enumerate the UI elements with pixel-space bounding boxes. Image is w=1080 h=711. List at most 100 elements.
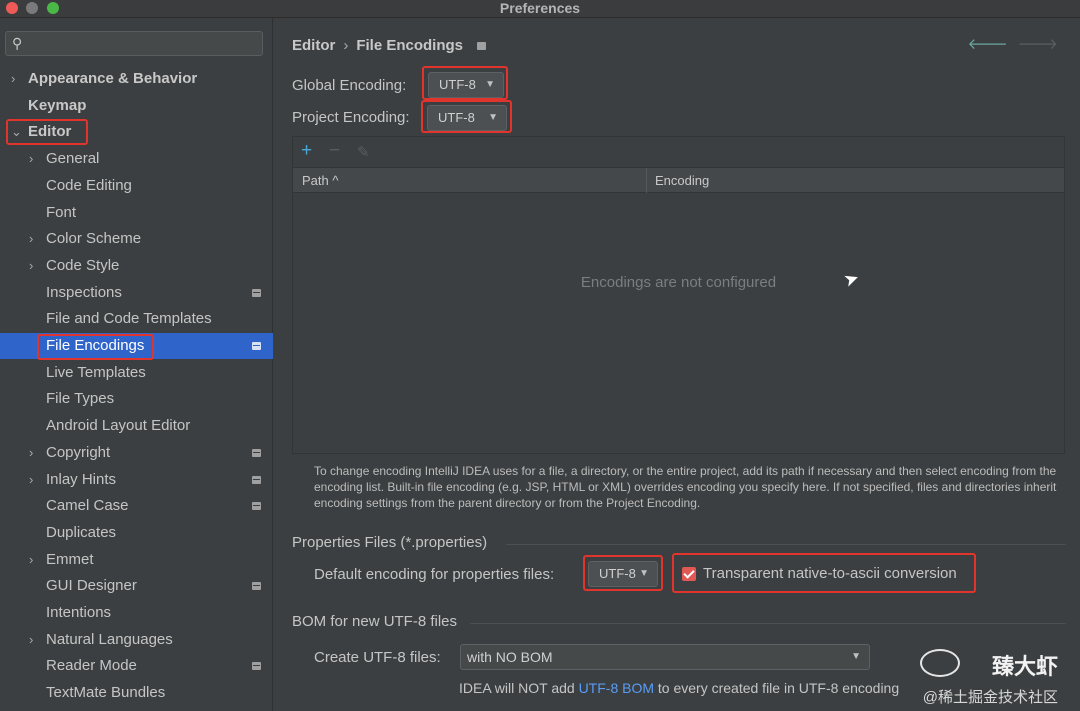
sidebar-item-intentions[interactable]: Intentions — [0, 600, 273, 626]
watermark-sub: @稀土掘金技术社区 — [922, 689, 1058, 706]
breadcrumb-separator: › — [343, 37, 349, 54]
sidebar-item-general[interactable]: › General — [0, 146, 273, 172]
sidebar-item-appearance-behavior[interactable]: › Appearance & Behavior — [0, 66, 273, 92]
sidebar-item-live-templates[interactable]: Live Templates — [0, 360, 273, 386]
settings-search-input[interactable]: ⚲ — [5, 31, 263, 56]
forward-arrow-icon[interactable]: 🡒 — [1018, 36, 1058, 53]
sidebar-item-code-editing[interactable]: Code Editing — [0, 173, 273, 199]
sort-ascending-icon: ^ — [332, 173, 339, 188]
sidebar-item-label: Camel Case — [46, 497, 129, 515]
sidebar-item-inspections[interactable]: Inspections — [0, 280, 273, 306]
sidebar-item-file-and-code-templates[interactable]: File and Code Templates — [0, 306, 273, 332]
sidebar-item-label: Font — [46, 203, 77, 221]
sidebar-item-copyright[interactable]: › Copyright — [0, 440, 273, 466]
bom-note: IDEA will NOT add UTF-8 BOM to every cre… — [459, 680, 899, 696]
project-scope-icon — [252, 288, 261, 297]
chevron-right-icon[interactable]: › — [29, 440, 33, 466]
sidebar-item-color-scheme[interactable]: › Color Scheme — [0, 226, 273, 252]
history-nav: 🡐 🡒 — [968, 34, 1058, 53]
properties-default-encoding-label: Default encoding for properties files: — [314, 566, 555, 583]
breadcrumb-current: File Encodings — [356, 37, 464, 54]
sidebar-item-keymap[interactable]: Keymap — [0, 93, 273, 119]
sidebar-item-label: File and Code Templates — [46, 310, 212, 328]
highlight-box-project-encoding — [421, 100, 512, 133]
path-encoding-table: + − ✎ Path ^ Encoding Encodings are not … — [292, 136, 1065, 454]
highlight-box-file-encodings — [37, 334, 154, 360]
project-scope-icon — [252, 662, 261, 671]
project-scope-icon — [252, 342, 261, 350]
properties-section-title: Properties Files (*.properties) — [292, 534, 488, 551]
watermark-name: 臻大虾 — [991, 654, 1058, 679]
sidebar-item-android-layout-editor[interactable]: Android Layout Editor — [0, 413, 273, 439]
sidebar-item-label: Code Editing — [46, 176, 132, 194]
encoding-help-text: To change encoding IntelliJ IDEA uses fo… — [314, 464, 1057, 510]
sidebar-item-label: Appearance & Behavior — [28, 70, 198, 87]
sidebar-item-label: GUI Designer — [46, 577, 137, 595]
bom-select[interactable]: with NO BOM ▼ — [460, 644, 870, 670]
chevron-right-icon[interactable]: › — [29, 547, 33, 573]
sidebar-item-label: Copyright — [46, 443, 111, 461]
sidebar-item-label: Inlay Hints — [46, 470, 117, 488]
sidebar-item-camel-case[interactable]: Camel Case — [0, 493, 273, 519]
chevron-right-icon[interactable]: › — [29, 253, 33, 279]
sidebar-item-duplicates[interactable]: Duplicates — [0, 520, 273, 546]
table-toolbar: + − ✎ — [293, 137, 1064, 167]
remove-path-button[interactable]: − — [329, 140, 340, 162]
sidebar-item-font[interactable]: Font — [0, 200, 273, 226]
wechat-logo-icon — [920, 649, 960, 677]
sidebar-item-label: Emmet — [46, 550, 94, 568]
sidebar-item-label: TextMate Bundles — [46, 684, 166, 702]
project-scope-icon — [477, 42, 487, 51]
sidebar-item-emmet[interactable]: › Emmet — [0, 547, 273, 573]
sidebar-item-label: Android Layout Editor — [46, 417, 191, 435]
column-divider[interactable] — [646, 168, 647, 193]
sidebar-item-file-types[interactable]: File Types — [0, 386, 273, 412]
utf8-bom-link[interactable]: UTF-8 BOM — [579, 680, 654, 696]
breadcrumb: Editor › File Encodings — [292, 37, 487, 54]
column-header-path[interactable]: Path ^ — [302, 173, 338, 188]
chevron-right-icon[interactable]: › — [29, 627, 33, 653]
chevron-right-icon[interactable]: › — [29, 467, 33, 493]
column-header-encoding[interactable]: Encoding — [655, 173, 709, 188]
sidebar-item-label: General — [46, 150, 100, 168]
sidebar-item-label: Reader Mode — [46, 657, 137, 675]
project-scope-icon — [252, 448, 261, 457]
bom-select-value: with NO BOM — [467, 649, 553, 665]
sidebar-item-label: Live Templates — [46, 363, 146, 381]
window-title: Preferences — [499, 0, 581, 16]
sidebar-item-label: File Types — [46, 390, 115, 408]
back-arrow-icon[interactable]: 🡐 — [968, 36, 1008, 53]
section-divider — [506, 544, 1066, 545]
sidebar-item-code-style[interactable]: › Code Style — [0, 253, 273, 279]
project-scope-icon — [252, 502, 261, 511]
sidebar-item-label: Color Scheme — [46, 230, 142, 248]
project-encoding-label: Project Encoding: — [292, 109, 410, 126]
chevron-right-icon[interactable]: › — [11, 66, 15, 92]
bom-note-suffix: to every created file in UTF-8 encoding — [657, 680, 900, 696]
sidebar-item-inlay-hints[interactable]: › Inlay Hints — [0, 467, 273, 493]
bom-note-prefix: IDEA will NOT add — [459, 680, 575, 696]
sidebar-item-textmate-bundles[interactable]: TextMate Bundles — [0, 680, 273, 706]
add-path-button[interactable]: + — [301, 140, 312, 162]
edit-path-button[interactable]: ✎ — [357, 143, 370, 161]
highlight-box-properties-encoding — [583, 555, 663, 591]
sidebar-item-label: Inspections — [46, 283, 122, 301]
chevron-right-icon[interactable]: › — [29, 226, 33, 252]
section-divider — [470, 623, 1066, 624]
project-scope-icon — [252, 582, 261, 591]
sidebar-item-natural-languages[interactable]: › Natural Languages — [0, 627, 273, 653]
breadcrumb-parent[interactable]: Editor — [292, 37, 335, 54]
sidebar-item-label: Code Style — [46, 256, 120, 274]
sidebar-item-label: Natural Languages — [46, 630, 173, 648]
settings-sidebar: ⚲ › Appearance & Behavior Keymap ⌄ Editor › Ge… — [0, 18, 273, 711]
settings-main-panel: Editor › File Encodings 🡐 🡒 Global Encoding… — [274, 18, 1080, 711]
sidebar-item-reader-mode[interactable]: Reader Mode — [0, 653, 273, 679]
chevron-right-icon[interactable]: › — [29, 146, 33, 172]
sidebar-item-gui-designer[interactable]: GUI Designer — [0, 573, 273, 599]
chevron-down-icon: ▼ — [851, 651, 861, 662]
empty-table-message: Encodings are not configured — [580, 274, 777, 291]
sidebar-item-label: Intentions — [46, 604, 112, 621]
table-header: Path ^ Encoding — [293, 167, 1064, 193]
bom-section-title: BOM for new UTF-8 files — [292, 613, 458, 630]
project-scope-icon — [252, 475, 261, 484]
